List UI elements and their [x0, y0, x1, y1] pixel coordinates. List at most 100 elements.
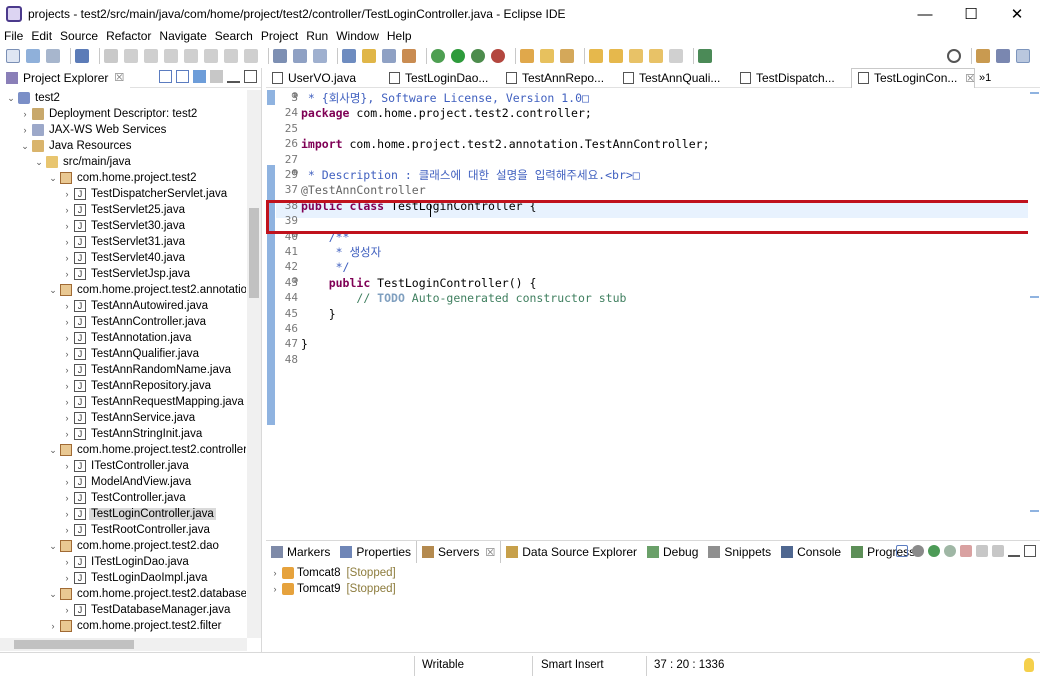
tree-item-testannrepository-java[interactable]: › J TestAnnRepository.java — [0, 378, 213, 394]
server-row-tomcat8[interactable]: › Tomcat8 [Stopped] — [270, 565, 396, 581]
tab-markers[interactable]: Markers — [266, 541, 335, 563]
publish-icon[interactable] — [976, 545, 988, 557]
chevron-right-icon[interactable]: › — [62, 429, 72, 439]
tab-snippets[interactable]: Snippets — [703, 541, 776, 563]
view-menu-icon[interactable] — [992, 545, 1004, 557]
editor-tab-testannrepo[interactable]: TestAnnRepo... — [500, 68, 617, 88]
minimize-view-icon[interactable] — [1008, 545, 1020, 557]
close-button[interactable]: ✕ — [994, 0, 1040, 28]
stop-server-icon[interactable] — [960, 545, 972, 557]
toggle-mark-icon[interactable] — [273, 49, 287, 63]
menu-edit[interactable]: Edit — [27, 29, 56, 43]
tree-item-java-resources[interactable]: ⌄ Java Resources — [0, 138, 133, 154]
tree-item-testservletjsp-java[interactable]: › J TestServletJsp.java — [0, 266, 192, 282]
coverage-icon[interactable] — [471, 49, 485, 63]
project-explorer-tab[interactable]: Project Explorer ☒ — [0, 67, 131, 88]
debug-server-icon[interactable] — [912, 545, 924, 557]
terminate-icon[interactable] — [164, 49, 178, 63]
tree-item-deployment-descriptor-test2[interactable]: › Deployment Descriptor: test2 — [0, 106, 199, 122]
tree-item-testservlet31-java[interactable]: › J TestServlet31.java — [0, 234, 187, 250]
close-icon[interactable]: ☒ — [485, 546, 495, 559]
chevron-right-icon[interactable]: › — [62, 509, 72, 519]
chevron-right-icon[interactable]: › — [62, 461, 72, 471]
show-whitespace-icon[interactable] — [313, 49, 327, 63]
forward-icon[interactable] — [669, 49, 683, 63]
disconnect-icon[interactable] — [184, 49, 198, 63]
code-line[interactable]: public TestLoginController() { — [301, 276, 537, 291]
chevron-down-icon[interactable]: ⌄ — [48, 589, 58, 600]
java-perspective-icon[interactable] — [1016, 49, 1030, 63]
prev-annotation-icon[interactable] — [609, 49, 623, 63]
open-perspective-icon[interactable] — [976, 49, 990, 63]
tree-item-com-home-project-test2-annotation[interactable]: ⌄ com.home.project.test2.annotation — [0, 282, 246, 298]
search-toolbar-icon[interactable] — [560, 49, 574, 63]
tree-item-testannqualifier-java[interactable]: › J TestAnnQualifier.java — [0, 346, 201, 362]
chevron-right-icon[interactable]: › — [62, 237, 72, 247]
overview-marker[interactable] — [1030, 296, 1039, 298]
tree-item-testrootcontroller-java[interactable]: › J TestRootController.java — [0, 522, 212, 538]
expand-icon[interactable]: › — [270, 568, 280, 578]
chevron-down-icon[interactable]: ⌄ — [48, 541, 58, 552]
view-menu-icon[interactable] — [210, 70, 223, 83]
explorer-horizontal-scroll-thumb[interactable] — [14, 640, 134, 649]
chevron-down-icon[interactable]: ⌄ — [48, 445, 58, 456]
chevron-right-icon[interactable]: › — [62, 477, 72, 487]
external-tools-icon[interactable] — [491, 49, 505, 63]
tree-item-testlogindaoimpl-java[interactable]: › J TestLoginDaoImpl.java — [0, 570, 209, 586]
menu-run[interactable]: Run — [302, 29, 332, 43]
chevron-down-icon[interactable]: ⌄ — [34, 157, 44, 168]
more-tabs-button[interactable]: »1 — [975, 72, 991, 84]
code-line[interactable]: */ — [301, 260, 350, 275]
last-edit-icon[interactable] — [629, 49, 643, 63]
code-line[interactable]: package com.home.project.test2.controlle… — [301, 106, 592, 121]
editor-body[interactable]: 3 ⊕ * {회사명}, Software License, Version 1.… — [266, 90, 1040, 538]
tree-item-testannrandomname-java[interactable]: › J TestAnnRandomName.java — [0, 362, 233, 378]
collapse-all-icon[interactable] — [896, 545, 908, 557]
expand-icon[interactable]: › — [270, 584, 280, 594]
new-icon[interactable] — [6, 49, 20, 63]
close-icon[interactable]: ☒ — [965, 72, 974, 85]
tree-item-com-home-project-test2-database[interactable]: ⌄ com.home.project.test2.database — [0, 586, 246, 602]
tree-item-testannotation-java[interactable]: › J TestAnnotation.java — [0, 330, 193, 346]
maximize-button[interactable]: ☐ — [948, 0, 994, 28]
search-icon[interactable] — [947, 49, 961, 63]
resume-icon[interactable] — [124, 49, 138, 63]
editor-tab-testdispatch[interactable]: TestDispatch... — [734, 68, 851, 88]
tree-item-testservlet25-java[interactable]: › J TestServlet25.java — [0, 202, 187, 218]
close-icon[interactable]: ☒ — [114, 71, 124, 84]
explorer-vertical-scroll-thumb[interactable] — [249, 208, 259, 298]
chevron-right-icon[interactable]: › — [62, 525, 72, 535]
chevron-down-icon[interactable]: ⌄ — [6, 93, 16, 104]
code-line[interactable]: * Description : 클래스에 대한 설명을 입력해주세요.<br>□ — [301, 168, 640, 183]
code-line[interactable]: // TODO Auto-generated constructor stub — [301, 291, 626, 306]
tree-item-testservlet30-java[interactable]: › J TestServlet30.java — [0, 218, 187, 234]
editor-tab-testlogincon[interactable]: TestLoginCon... ☒ — [851, 67, 975, 88]
tree-item-testannstringinit-java[interactable]: › J TestAnnStringInit.java — [0, 426, 204, 442]
menu-file[interactable]: File — [0, 29, 27, 43]
minimize-view-icon[interactable] — [227, 70, 240, 83]
skip-breakpoints-icon[interactable] — [104, 49, 118, 63]
maximize-view-icon[interactable] — [244, 70, 257, 83]
chevron-right-icon[interactable]: › — [62, 317, 72, 327]
save-all-icon[interactable] — [46, 49, 60, 63]
editor-tab-testannquali[interactable]: TestAnnQuali... — [617, 68, 734, 88]
tree-item-itestlogindao-java[interactable]: › J ITestLoginDao.java — [0, 554, 191, 570]
tree-item-src-main-java[interactable]: ⌄ src/main/java — [0, 154, 133, 170]
tree-item-test2[interactable]: ⌄ test2 — [0, 90, 62, 106]
open-type-icon[interactable] — [520, 49, 534, 63]
chevron-right-icon[interactable]: › — [62, 605, 72, 615]
chevron-right-icon[interactable]: › — [62, 253, 72, 263]
profile-server-icon[interactable] — [944, 545, 956, 557]
chevron-right-icon[interactable]: › — [62, 365, 72, 375]
minimize-button[interactable]: — — [902, 0, 948, 28]
chevron-right-icon[interactable]: › — [62, 573, 72, 583]
highlight-icon[interactable] — [362, 49, 376, 63]
tab-console[interactable]: Console — [776, 541, 846, 563]
tab-data-source-explorer[interactable]: Data Source Explorer — [501, 541, 642, 563]
chevron-right-icon[interactable]: › — [62, 189, 72, 199]
tab-servers[interactable]: Servers ☒ — [416, 541, 502, 563]
maximize-view-icon[interactable] — [1024, 545, 1036, 557]
tab-debug[interactable]: Debug — [642, 541, 703, 563]
code-line[interactable]: } — [301, 337, 308, 352]
step-over-icon[interactable] — [224, 49, 238, 63]
